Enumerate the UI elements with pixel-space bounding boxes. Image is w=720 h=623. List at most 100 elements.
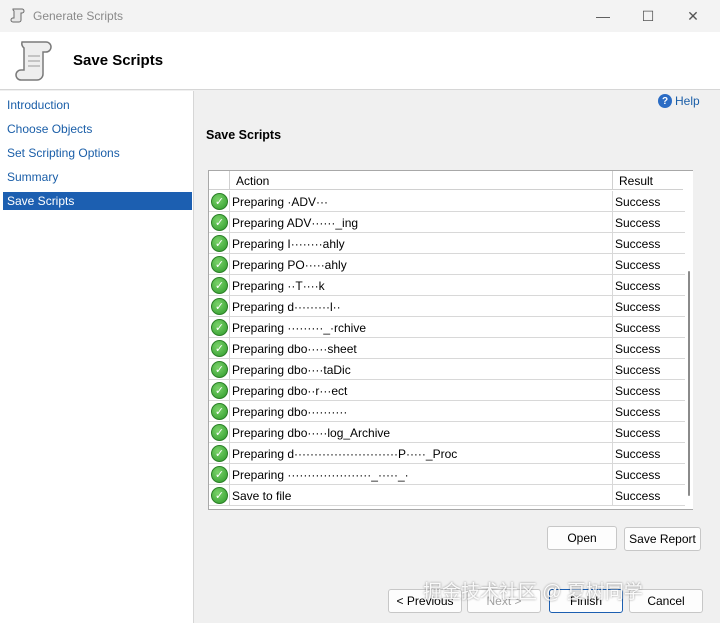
table-row[interactable]: ✓ Preparing ··T····k Success	[209, 275, 685, 296]
column-divider[interactable]	[612, 171, 613, 190]
success-check-icon: ✓	[211, 340, 228, 357]
column-divider	[612, 296, 613, 317]
wizard-header: Save Scripts	[0, 32, 720, 90]
table-row[interactable]: ✓ Preparing d··························P·…	[209, 443, 685, 464]
result-cell: Success	[615, 195, 661, 209]
help-link[interactable]: ? Help	[658, 94, 700, 108]
success-check-icon: ✓	[211, 277, 228, 294]
result-cell: Success	[615, 300, 661, 314]
action-cell: Save to file	[232, 489, 292, 503]
action-cell: Preparing ADV······_ing	[232, 216, 359, 230]
action-cell: Preparing dbo·····sheet	[232, 342, 357, 356]
page-title: Save Scripts	[73, 52, 164, 69]
table-row[interactable]: ✓ Preparing d·········l·· Success	[209, 296, 685, 317]
sidebar-item-summary[interactable]: Summary	[3, 168, 192, 186]
column-divider	[229, 254, 230, 275]
vertical-scrollbar[interactable]	[685, 171, 693, 509]
main-panel: ? Help Save Scripts Action Result ✓ Prepa…	[195, 91, 720, 623]
column-divider	[612, 212, 613, 233]
scroll-icon	[15, 41, 52, 81]
sidebar-item-save-scripts[interactable]: Save Scripts	[3, 192, 192, 210]
column-divider	[229, 191, 230, 212]
sidebar-item-introduction[interactable]: Introduction	[3, 96, 192, 114]
open-button[interactable]: Open	[547, 526, 617, 550]
table-row[interactable]: ✓ Preparing ADV······_ing Success	[209, 212, 685, 233]
table-row[interactable]: ✓ Preparing ·····················_·····_·…	[209, 464, 685, 485]
column-divider	[612, 233, 613, 254]
maximize-button[interactable]: ☐	[625, 0, 671, 32]
success-check-icon: ✓	[211, 214, 228, 231]
column-divider	[612, 317, 613, 338]
column-divider	[612, 443, 613, 464]
scrollbar-thumb[interactable]	[688, 271, 690, 496]
result-cell: Success	[615, 237, 661, 251]
result-cell: Success	[615, 384, 661, 398]
column-divider	[229, 485, 230, 506]
save-report-button[interactable]: Save Report	[624, 527, 701, 551]
result-cell: Success	[615, 321, 661, 335]
table-row[interactable]: ✓ Preparing dbo·····log_Archive Success	[209, 422, 685, 443]
action-cell: Preparing d·········l··	[232, 300, 341, 314]
column-header-result[interactable]: Result	[619, 174, 653, 188]
minimize-icon: —	[596, 8, 610, 24]
column-divider	[229, 212, 230, 233]
action-cell: Preparing ·ADV···	[232, 195, 329, 209]
result-cell: Success	[615, 342, 661, 356]
success-check-icon: ✓	[211, 382, 228, 399]
column-divider	[612, 275, 613, 296]
success-check-icon: ✓	[211, 298, 228, 315]
action-cell: Preparing dbo·····log_Archive	[232, 426, 391, 440]
table-row[interactable]: ✓ Preparing dbo·····sheet Success	[209, 338, 685, 359]
column-divider	[229, 380, 230, 401]
sidebar-item-choose-objects[interactable]: Choose Objects	[3, 120, 192, 138]
column-divider	[229, 171, 230, 190]
column-divider	[229, 233, 230, 254]
column-divider	[612, 338, 613, 359]
column-divider	[229, 464, 230, 485]
result-cell: Success	[615, 258, 661, 272]
action-cell: Preparing I········ahly	[232, 237, 345, 251]
column-divider	[229, 359, 230, 380]
table-row[interactable]: ✓ Preparing I········ahly Success	[209, 233, 685, 254]
column-divider	[229, 443, 230, 464]
table-row[interactable]: ✓ Preparing PO·····ahly Success	[209, 254, 685, 275]
column-header-action[interactable]: Action	[236, 174, 269, 188]
minimize-button[interactable]: —	[580, 0, 626, 32]
grid-header: Action Result	[209, 171, 683, 190]
success-check-icon: ✓	[211, 403, 228, 420]
result-cell: Success	[615, 279, 661, 293]
success-check-icon: ✓	[211, 487, 228, 504]
table-row[interactable]: ✓ Preparing ·········_·rchive Success	[209, 317, 685, 338]
window-title: Generate Scripts	[33, 9, 124, 23]
column-divider	[612, 359, 613, 380]
column-divider	[229, 317, 230, 338]
success-check-icon: ✓	[211, 361, 228, 378]
result-cell: Success	[615, 426, 661, 440]
sidebar-item-set-scripting-options[interactable]: Set Scripting Options	[3, 144, 192, 162]
column-divider	[229, 338, 230, 359]
column-divider	[612, 401, 613, 422]
action-cell: Preparing ··T····k	[232, 279, 325, 293]
table-row[interactable]: ✓ Preparing ·ADV··· Success	[209, 191, 685, 212]
close-icon: ✕	[687, 7, 699, 24]
table-row[interactable]: ✓ Preparing dbo····taDic Success	[209, 359, 685, 380]
action-cell: Preparing d··························P··…	[232, 447, 458, 461]
result-cell: Success	[615, 216, 661, 230]
table-row[interactable]: ✓ Preparing dbo·········· Success	[209, 401, 685, 422]
column-divider	[229, 296, 230, 317]
action-cell: Preparing dbo··r···ect	[232, 384, 348, 398]
table-row[interactable]: ✓ Preparing dbo··r···ect Success	[209, 380, 685, 401]
success-check-icon: ✓	[211, 256, 228, 273]
success-check-icon: ✓	[211, 235, 228, 252]
help-label: Help	[675, 94, 700, 108]
table-row[interactable]: ✓ Save to file Success	[209, 485, 685, 506]
success-check-icon: ✓	[211, 466, 228, 483]
close-button[interactable]: ✕	[670, 0, 716, 32]
wizard-sidebar: Introduction Choose Objects Set Scriptin…	[0, 91, 194, 623]
section-title: Save Scripts	[206, 128, 282, 142]
help-icon: ?	[658, 94, 672, 108]
column-divider	[612, 380, 613, 401]
action-cell: Preparing ·····················_·····_·	[232, 468, 409, 482]
title-bar: Generate Scripts — ☐ ✕	[0, 0, 720, 32]
result-cell: Success	[615, 447, 661, 461]
